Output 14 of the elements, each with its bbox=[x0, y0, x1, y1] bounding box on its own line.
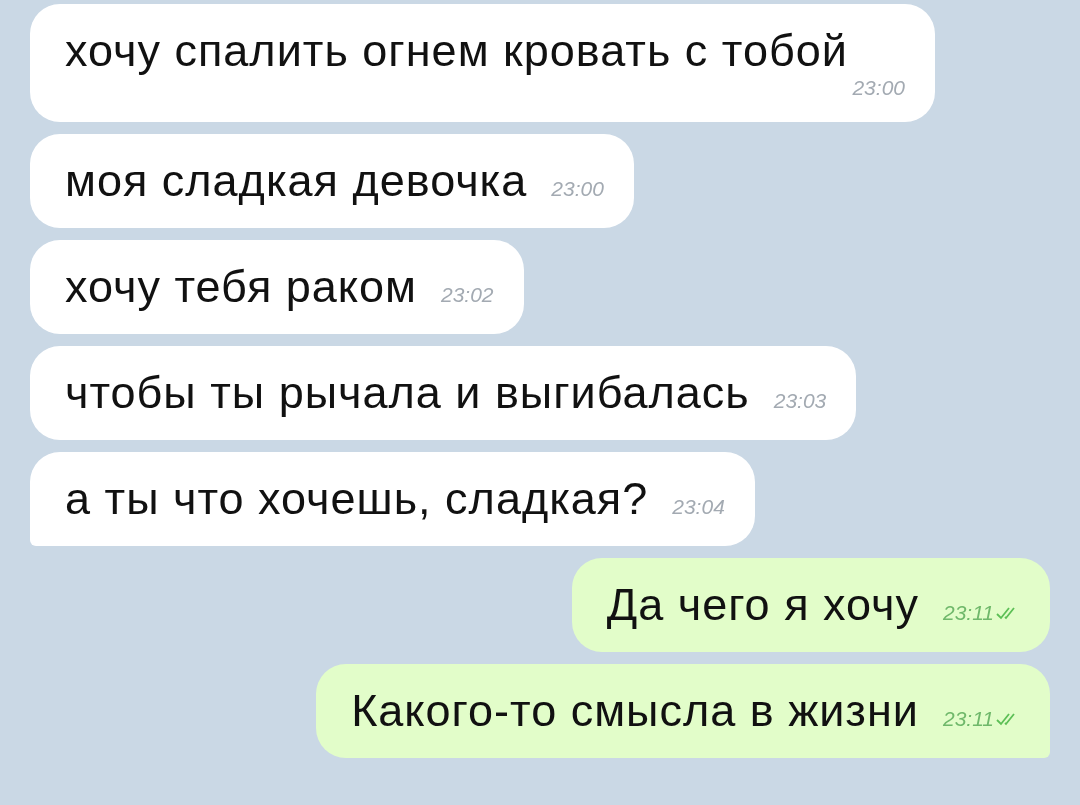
message-time: 23:11 bbox=[943, 601, 994, 625]
message-text: хочу тебя раком bbox=[65, 262, 417, 312]
message-text: Да чего я хочу bbox=[606, 580, 919, 630]
message-time: 23:04 bbox=[672, 495, 725, 519]
message-text: моя сладкая девочка bbox=[65, 156, 528, 206]
message-text: Какого-то смысла в жизни bbox=[351, 686, 919, 736]
message-text: хочу спалить огнем кровать с тобой bbox=[65, 26, 849, 76]
message-time: 23:03 bbox=[773, 389, 827, 413]
message-time: 23:00 bbox=[852, 76, 905, 100]
message-time: 23:00 bbox=[551, 177, 604, 201]
message-time: 23:11 bbox=[943, 707, 994, 731]
message-text: а ты что хочешь, сладкая? bbox=[65, 474, 649, 524]
message-time: 23:02 bbox=[441, 283, 494, 307]
message-text: чтобы ты рычала и выгибалась bbox=[65, 368, 750, 418]
